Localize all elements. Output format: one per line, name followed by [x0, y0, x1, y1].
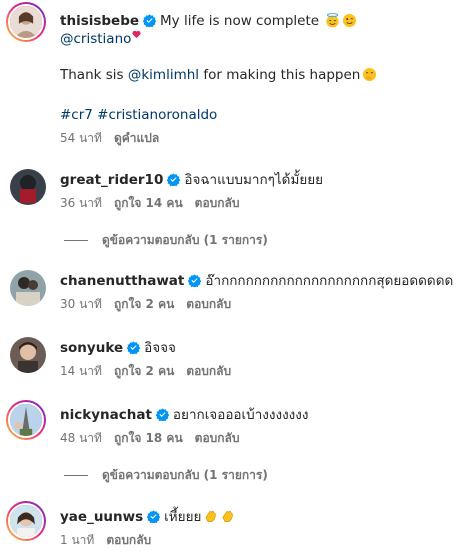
verified-badge-icon — [127, 341, 141, 354]
caption-text: My life is now complete — [160, 13, 320, 29]
reply-button[interactable]: ตอบกลับ — [195, 431, 240, 445]
comment-time: 14 นาที — [60, 364, 102, 378]
comment-text: อิจจจ — [144, 340, 176, 356]
comment-time: 36 นาที — [60, 196, 102, 210]
comment-line: sonyuke อิจจจ — [60, 339, 176, 357]
comment-time: 1 นาที — [60, 533, 95, 547]
verified-badge-icon — [167, 173, 181, 186]
avatar-image — [10, 505, 42, 537]
caption-line-3: Thank sis @kimlimhl for making this happ… — [60, 66, 377, 84]
comment-text: เหี้ยยย — [164, 509, 202, 525]
comment-line: chanenutthawat อ๊ากกกกกกกกกกกกกกกกกกกสุดย… — [60, 272, 453, 290]
view-replies-button[interactable]: ดูข้อความตอบกลับ (1 รายการ) — [64, 467, 268, 483]
comment-username[interactable]: great_rider10 — [60, 172, 163, 188]
reply-button[interactable]: ตอบกลับ — [186, 297, 231, 311]
comment-text: อิจฉาแบบมากๆได้มั้ยยย — [184, 172, 324, 188]
hashtag-cr7-link[interactable]: #cr7 — [60, 107, 93, 123]
comment-line: nickynachat อยากเจอออเบ้างงงงงงง — [60, 406, 308, 424]
avatar-image — [10, 169, 46, 205]
comment-meta: 30 นาที ถูกใจ 2 คน ตอบกลับ — [60, 296, 243, 312]
likes-count-button[interactable]: ถูกใจ 14 คน — [114, 196, 183, 210]
comment-time: 30 นาที — [60, 297, 102, 311]
caption-thanks-suffix: for making this happen — [203, 67, 361, 83]
avatar-sonyuke[interactable] — [10, 337, 46, 373]
hashtag-cristianoronaldo-link[interactable]: #cristianoronaldo — [97, 107, 217, 123]
view-replies-label: ดูข้อความตอบกลับ (1 รายการ) — [102, 233, 268, 247]
comment-line: great_rider10 อิจฉาแบบมากๆได้มั้ยยย — [60, 171, 323, 189]
verified-badge-icon — [155, 408, 169, 421]
comment-username[interactable]: nickynachat — [60, 407, 152, 423]
likes-count-button[interactable]: ถูกใจ 2 คน — [114, 297, 174, 311]
reply-button[interactable]: ตอบกลับ — [186, 364, 231, 378]
replies-divider — [64, 474, 88, 476]
caption-time: 54 นาที — [60, 131, 102, 145]
reply-button[interactable]: ตอบกลับ — [195, 196, 240, 210]
smiling-face-with-hand-over-mouth-emoji-icon — [362, 67, 377, 82]
caption-thanks-prefix: Thank sis — [60, 67, 124, 83]
heart-icon — [132, 30, 141, 39]
caption-thanks-mention-link[interactable]: @kimlimhl — [128, 67, 199, 83]
caption-line-1: thisisbebe My life is now complete — [60, 12, 357, 30]
comment-meta: 1 นาที ตอบกลับ — [60, 532, 163, 548]
caption-line-4: #cr7 #cristianoronaldo — [60, 106, 217, 124]
clapping-hands-emoji-icon — [203, 509, 218, 524]
view-replies-button[interactable]: ดูข้อความตอบกลับ (1 รายการ) — [64, 232, 268, 248]
comment-text: อยากเจอออเบ้างงงงงงง — [172, 407, 309, 423]
clapping-hands-emoji-icon — [220, 509, 235, 524]
comment-username[interactable]: yae_uunws — [60, 509, 143, 525]
caption-username[interactable]: thisisbebe — [60, 13, 139, 29]
comment-time: 48 นาที — [60, 431, 102, 445]
likes-count-button[interactable]: ถูกใจ 2 คน — [114, 364, 174, 378]
translate-button[interactable]: ดูคำแปล — [114, 131, 159, 145]
avatar-thisisbebe[interactable] — [6, 2, 46, 42]
verified-badge-icon — [188, 274, 202, 287]
reply-button[interactable]: ตอบกลับ — [106, 533, 151, 547]
view-replies-label: ดูข้อความตอบกลับ (1 รายการ) — [102, 468, 268, 482]
avatar-image — [10, 404, 42, 436]
comment-meta: 14 นาที ถูกใจ 2 คน ตอบกลับ — [60, 363, 243, 379]
comment-meta: 48 นาที ถูกใจ 18 คน ตอบกลับ — [60, 430, 252, 446]
replies-divider — [64, 239, 88, 241]
likes-count-button[interactable]: ถูกใจ 18 คน — [114, 431, 183, 445]
comment-meta: 36 นาที ถูกใจ 14 คน ตอบกลับ — [60, 195, 252, 211]
avatar-image — [10, 270, 46, 306]
avatar-nickynachat[interactable] — [6, 400, 46, 440]
avatar-chanenutthawat[interactable] — [10, 270, 46, 306]
verified-badge-icon — [147, 510, 161, 523]
caption-line-2: @cristiano — [60, 30, 141, 48]
caption-meta: 54 นาที ดูคำแปล — [60, 130, 171, 146]
comment-username[interactable]: chanenutthawat — [60, 273, 184, 289]
comment-line: yae_uunws เหี้ยยย — [60, 508, 235, 526]
avatar-image — [10, 337, 46, 373]
avatar-great-rider10[interactable] — [10, 169, 46, 205]
caption-mention-link[interactable]: @cristiano — [60, 31, 131, 47]
comment-text: อ๊ากกกกกกกกกกกกกกกกกกกสุดยอดดดดด — [205, 273, 454, 289]
verified-badge-icon — [143, 14, 157, 27]
avatar-image — [10, 6, 42, 38]
winking-face-emoji-icon — [342, 13, 357, 28]
comment-username[interactable]: sonyuke — [60, 340, 123, 356]
avatar-yae-uunws[interactable] — [6, 501, 46, 541]
smiling-face-with-halo-emoji-icon — [325, 13, 340, 28]
